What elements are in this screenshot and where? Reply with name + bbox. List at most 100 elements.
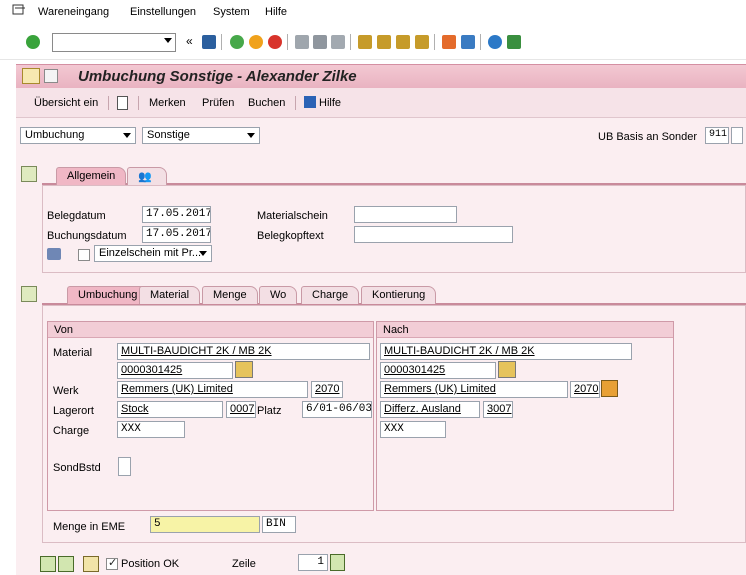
shortcut-icon[interactable] (461, 35, 475, 49)
from-batch-field[interactable]: XXX (117, 421, 185, 438)
collapse-icon[interactable]: « (186, 34, 193, 48)
to-sloc-code[interactable]: 3007 (483, 401, 513, 418)
line-select-icon[interactable] (330, 554, 345, 571)
transaction-icon[interactable] (22, 68, 40, 84)
to-material-text[interactable]: MULTI-BAUDICHT 2K / MB 2K (380, 343, 632, 360)
tab-allgemein[interactable]: Allgemein (56, 167, 127, 185)
menu-hilfe[interactable]: Hilfe (265, 6, 287, 18)
from-sloc-code[interactable]: 0007 (226, 401, 256, 418)
next-page-icon[interactable] (396, 35, 410, 49)
doc-date-label: Belegdatum (47, 210, 106, 222)
tab-partner[interactable]: 👥 (127, 167, 167, 185)
help-button[interactable]: Hilfe (319, 97, 341, 109)
material-detail-icon[interactable] (235, 361, 253, 378)
transaction-select[interactable]: Umbuchung (20, 127, 136, 144)
to-material-no[interactable]: 0000301425 (380, 362, 496, 379)
last-page-icon[interactable] (415, 35, 429, 49)
cancel-icon[interactable] (268, 35, 282, 49)
back-nav-icon[interactable] (230, 35, 244, 49)
to-plant-code[interactable]: 2070 (570, 381, 600, 398)
tab-charge[interactable]: Charge (301, 286, 360, 304)
collapse-header-icon[interactable] (21, 166, 37, 182)
menu-icon[interactable] (12, 4, 26, 19)
from-sloc-name[interactable]: Stock (117, 401, 223, 418)
quantity-field[interactable]: 5 (150, 516, 260, 533)
post-button[interactable]: Buchen (248, 97, 285, 109)
tab-umbuchung[interactable]: Umbuchung (67, 286, 149, 304)
create-session-icon[interactable] (442, 35, 456, 49)
material-label: Material (53, 347, 93, 359)
menu-dropdown-icon[interactable] (44, 69, 58, 83)
line-label: Zeile (232, 558, 256, 570)
header-text-label: Belegkopftext (257, 230, 324, 242)
tab-wo[interactable]: Wo (259, 286, 298, 304)
menu-wareneingang[interactable]: Wareneingang (38, 6, 109, 18)
from-plant-code[interactable]: 2070 (311, 381, 343, 398)
movement-type-extra[interactable] (731, 127, 743, 144)
tab-kontierung-label: Kontierung (372, 289, 426, 301)
tab-material[interactable]: Material (139, 286, 201, 304)
sloc-label: Lagerort (53, 405, 94, 417)
from-plant-name[interactable]: Remmers (UK) Limited (117, 381, 308, 398)
to-material-detail-icon[interactable] (498, 361, 516, 378)
from-material-text[interactable]: MULTI-BAUDICHT 2K / MB 2K (117, 343, 370, 360)
find-next-icon[interactable] (331, 35, 345, 49)
plant-label: Werk (53, 385, 79, 397)
page-title: Umbuchung Sonstige - Alexander Zilke (78, 68, 357, 85)
post-date-field[interactable]: 17.05.2017 (142, 226, 211, 243)
position-ok-checkbox[interactable]: ✓ (106, 557, 118, 570)
system-toolbar: « (0, 24, 746, 60)
reference-select[interactable]: Sonstige (142, 127, 260, 144)
special-stock-field[interactable] (118, 457, 131, 476)
tab-material-label: Material (150, 289, 190, 301)
tab-menge-label: Menge (213, 289, 247, 301)
menu-system[interactable]: System (213, 6, 250, 18)
special-stock-label: SondBstd (53, 462, 101, 474)
new-document-icon[interactable] (117, 96, 128, 110)
to-sloc-name[interactable]: Differz. Ausland (380, 401, 480, 418)
unit-field[interactable]: BIN (262, 516, 296, 533)
layout-icon[interactable] (507, 35, 521, 49)
overview-button[interactable]: Übersicht ein (34, 97, 98, 109)
check-button[interactable]: Prüfen (202, 97, 234, 109)
print-icon[interactable] (295, 35, 309, 49)
tab-kontierung[interactable]: Kontierung (361, 286, 437, 304)
prev-page-icon[interactable] (377, 35, 391, 49)
header-text-field[interactable] (354, 226, 513, 243)
batch-label: Charge (53, 425, 90, 437)
menu-einstellungen[interactable]: Einstellungen (130, 6, 196, 18)
printer-icon (47, 248, 61, 260)
remember-button[interactable]: Merken (149, 97, 186, 109)
chevron-down-icon (123, 133, 131, 138)
chevron-down-icon (247, 133, 255, 138)
save-icon[interactable] (202, 35, 216, 49)
from-bin-field[interactable]: 6/01-06/03 (302, 401, 372, 418)
exit-icon[interactable] (249, 35, 263, 49)
help-icon[interactable] (488, 35, 502, 49)
tab-menge[interactable]: Menge (202, 286, 258, 304)
material-slip-field[interactable] (354, 206, 457, 223)
application-toolbar: Übersicht ein Merken Prüfen Buchen Hilfe (16, 88, 746, 118)
line-field[interactable]: 1 (298, 554, 328, 571)
plant-search-icon[interactable] (601, 380, 618, 397)
copy-item-icon[interactable] (83, 556, 99, 572)
to-plant-name[interactable]: Remmers (UK) Limited (380, 381, 568, 398)
from-material-no[interactable]: 0000301425 (117, 362, 233, 379)
command-field[interactable] (52, 33, 176, 52)
print-checkbox[interactable] (78, 249, 90, 261)
find-icon[interactable] (313, 35, 327, 49)
movement-type-field[interactable]: 911 (705, 127, 729, 144)
prev-item-icon[interactable] (40, 556, 56, 572)
command-input[interactable] (53, 34, 157, 51)
first-page-icon[interactable] (358, 35, 372, 49)
next-item-icon[interactable] (58, 556, 74, 572)
menu-bar: Wareneingang Einstellungen System Hilfe (0, 0, 746, 24)
collapse-item-icon[interactable] (21, 286, 37, 302)
doc-date-field[interactable]: 17.05.2017 (142, 206, 211, 223)
enter-icon[interactable] (26, 35, 40, 49)
print-option-select[interactable]: Einzelschein mit Pr... (94, 245, 212, 262)
chevron-down-icon[interactable] (164, 38, 172, 43)
quantity-label: Menge in EME (53, 521, 126, 533)
from-group-header: Von (48, 322, 373, 338)
to-batch-field[interactable]: XXX (380, 421, 446, 438)
